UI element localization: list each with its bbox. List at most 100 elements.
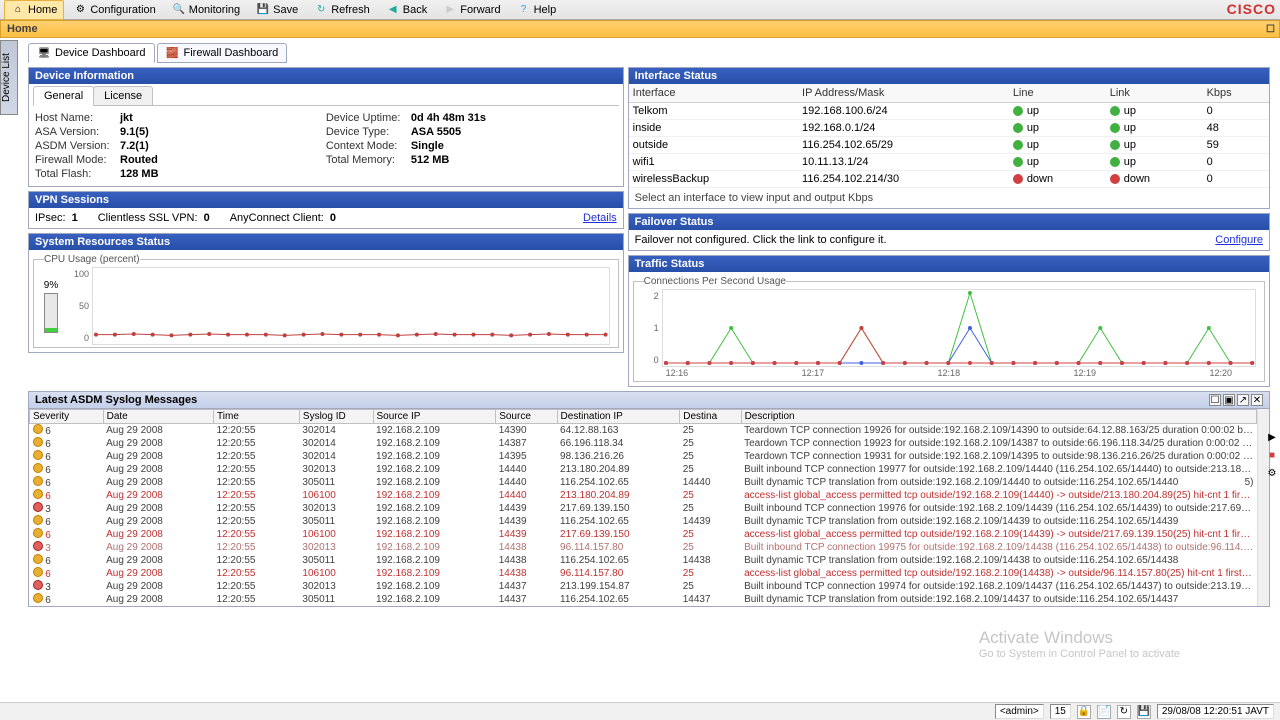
interface-table[interactable]: InterfaceIP Address/MaskLineLinkKbpsTelk… (629, 84, 1269, 188)
failover-status-title: Failover Status (629, 214, 1269, 230)
interface-row[interactable]: Telkom192.168.100.6/24upup0 (629, 103, 1269, 120)
monitoring-toolbar-button[interactable]: 🔍Monitoring (165, 0, 247, 20)
gear-icon: ⚙ (73, 3, 87, 17)
interface-row[interactable]: outside116.254.102.65/29upup59 (629, 137, 1269, 154)
syslog-column-header[interactable]: Severity (30, 410, 104, 424)
help-toolbar-button[interactable]: ?Help (510, 0, 564, 20)
tab-firewall-dashboard[interactable]: 🧱Firewall Dashboard (157, 43, 288, 63)
syslog-column-header[interactable]: Destina (680, 410, 741, 424)
forward-toolbar-button[interactable]: ▶Forward (436, 0, 507, 20)
configuration-toolbar-button[interactable]: ⚙Configuration (66, 0, 162, 20)
refresh-label: Refresh (331, 4, 370, 16)
syslog-row[interactable]: 6Aug 29 200812:20:55302014192.168.2.1091… (30, 450, 1257, 463)
traffic-xtick: 12:19 (1074, 368, 1097, 378)
page-title: Home (7, 23, 38, 35)
syslog-row[interactable]: 6Aug 29 200812:20:55106100192.168.2.1091… (30, 528, 1257, 541)
failover-status-panel: Failover Status Failover not configured.… (628, 213, 1270, 251)
traffic-chart (662, 289, 1256, 367)
status-count: 15 (1050, 704, 1071, 719)
syslog-column-header[interactable]: Date (103, 410, 213, 424)
syslog-row[interactable]: 6Aug 29 200812:20:55302014192.168.2.1091… (30, 437, 1257, 450)
status-bar: <admin> 15 🔒 📄 ↻ 💾 29/08/08 12:20:51 JAV… (0, 702, 1280, 720)
device-info-value: Routed (120, 154, 158, 166)
syslog-row[interactable]: 3Aug 29 200812:20:55302013192.168.2.1091… (30, 580, 1257, 593)
syslog-column-header[interactable]: Time (214, 410, 300, 424)
device-info-value: 9.1(5) (120, 126, 149, 138)
status-lock-icon[interactable]: 🔒 (1077, 705, 1091, 719)
interface-row[interactable]: wifi110.11.13.1/24upup0 (629, 154, 1269, 171)
iface-column-header[interactable]: Interface (629, 84, 798, 103)
refresh-icon: ↻ (314, 3, 328, 17)
syslog-row[interactable]: 6Aug 29 200812:20:55106100192.168.2.1091… (30, 567, 1257, 580)
back-toolbar-button[interactable]: ◀Back (379, 0, 434, 20)
status-refresh-icon[interactable]: ↻ (1117, 705, 1131, 719)
iface-column-header[interactable]: Line (1009, 84, 1106, 103)
monitoring-label: Monitoring (189, 4, 240, 16)
page-close-icon[interactable]: ☐ (1266, 24, 1275, 35)
device-info-row: Host Name:jkt (35, 112, 326, 124)
tab-license[interactable]: License (93, 86, 153, 106)
side-stop-icon[interactable]: ■ (1265, 448, 1279, 462)
tab-general[interactable]: General (33, 86, 94, 106)
vpn-details-link[interactable]: Details (583, 212, 617, 224)
home-toolbar-button[interactable]: ⌂Home (4, 0, 64, 20)
device-info-key: Context Mode: (326, 140, 411, 152)
status-savebar-icon[interactable]: 💾 (1137, 705, 1151, 719)
refresh-toolbar-button[interactable]: ↻Refresh (307, 0, 377, 20)
syslog-column-header[interactable]: Source IP (373, 410, 496, 424)
syslog-row[interactable]: 3Aug 29 200812:20:55302013192.168.2.1091… (30, 541, 1257, 554)
device-information-title: Device Information (29, 68, 623, 84)
vpn-sessions-panel: VPN Sessions IPsec: 1Clientless SSL VPN:… (28, 191, 624, 229)
syslog-column-header[interactable]: Destination IP (557, 410, 680, 424)
traffic-chart-legend: Connections Per Second Usage (644, 276, 786, 287)
failover-configure-link[interactable]: Configure (1215, 234, 1263, 246)
syslog-column-header[interactable]: Description (741, 410, 1256, 424)
system-resources-title: System Resources Status (29, 234, 623, 250)
save-label: Save (273, 4, 298, 16)
syslog-column-header[interactable]: Syslog ID (299, 410, 373, 424)
vpn-session-label: AnyConnect Client: (230, 212, 324, 224)
syslog-column-header[interactable]: Source (496, 410, 557, 424)
iface-column-header[interactable]: Kbps (1203, 84, 1269, 103)
device-info-key: ASA Version: (35, 126, 120, 138)
device-info-value: 0d 4h 48m 31s (411, 112, 486, 124)
configuration-label: Configuration (90, 4, 155, 16)
syslog-row[interactable]: 6Aug 29 200812:20:55305011192.168.2.1091… (30, 593, 1257, 606)
syslog-row[interactable]: 6Aug 29 200812:20:55106100192.168.2.1091… (30, 489, 1257, 502)
syslog-detach-icon[interactable]: ↗ (1237, 394, 1249, 406)
syslog-close-icon[interactable]: ✕ (1251, 394, 1263, 406)
device-info-key: Total Memory: (326, 154, 411, 166)
syslog-row[interactable]: 6Aug 29 200812:20:55302013192.168.2.1091… (30, 463, 1257, 476)
device-info-value: jkt (120, 112, 133, 124)
device-info-key: Device Type: (326, 126, 411, 138)
device-list-tab[interactable]: Device List (0, 40, 18, 115)
syslog-table[interactable]: SeverityDateTimeSyslog IDSource IPSource… (29, 409, 1257, 606)
syslog-row[interactable]: 6Aug 29 200812:20:55305011192.168.2.1091… (30, 476, 1257, 489)
syslog-pane: Latest ASDM Syslog Messages ☐ ▣ ↗ ✕ Seve… (28, 391, 1270, 607)
vpn-session-value: 0 (330, 212, 336, 224)
vpn-session-label: IPsec: (35, 212, 66, 224)
tab-device-dashboard[interactable]: 🖥Device Dashboard (28, 43, 155, 63)
help-label: Help (534, 4, 557, 16)
interface-status-title: Interface Status (629, 68, 1269, 84)
syslog-row[interactable]: 6Aug 29 200812:20:55302014192.168.2.1091… (30, 424, 1257, 438)
syslog-maximize-icon[interactable]: ▣ (1223, 394, 1235, 406)
syslog-row[interactable]: 3Aug 29 200812:20:55302013192.168.2.1091… (30, 502, 1257, 515)
forward-label: Forward (460, 4, 500, 16)
side-play-icon[interactable]: ▶ (1265, 430, 1279, 444)
interface-row[interactable]: inside192.168.0.1/24upup48 (629, 120, 1269, 137)
device-info-row: Firewall Mode:Routed (35, 154, 326, 166)
status-user: <admin> (995, 704, 1044, 719)
interface-row[interactable]: wirelessBackup116.254.102.214/30downdown… (629, 171, 1269, 188)
syslog-row[interactable]: 6Aug 29 200812:20:55305011192.168.2.1091… (30, 554, 1257, 567)
save-toolbar-button[interactable]: 💾Save (249, 0, 305, 20)
syslog-row[interactable]: 6Aug 29 200812:20:55305011192.168.2.1091… (30, 515, 1257, 528)
side-gear-icon[interactable]: ⚙ (1265, 466, 1279, 480)
system-resources-panel: System Resources Status CPU Usage (perce… (28, 233, 624, 353)
cpu-percent-label: 9% (44, 280, 58, 291)
iface-column-header[interactable]: IP Address/Mask (798, 84, 1009, 103)
syslog-restore-icon[interactable]: ☐ (1209, 394, 1221, 406)
iface-column-header[interactable]: Link (1106, 84, 1203, 103)
status-cert-icon[interactable]: 📄 (1097, 705, 1111, 719)
device-icon: 🖥 (37, 46, 51, 60)
